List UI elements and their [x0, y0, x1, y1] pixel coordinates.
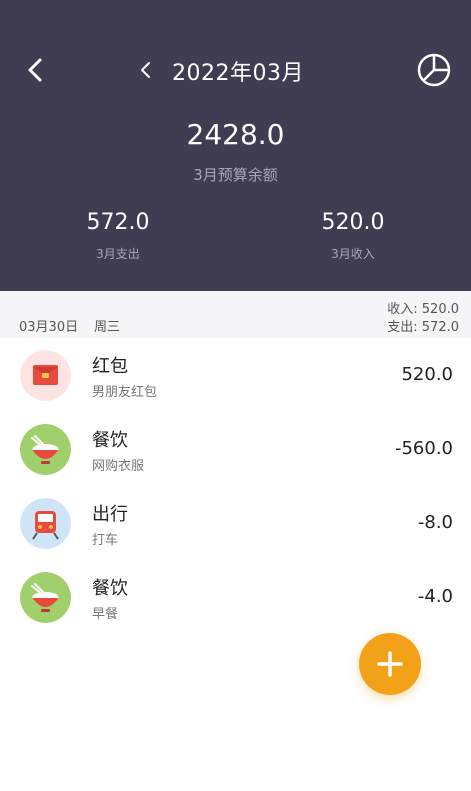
monthly-income: 520.0 3月收入 [273, 210, 433, 262]
monthly-expense-value: 572.0 [86, 210, 150, 235]
monthly-income-label: 3月收入 [331, 247, 375, 261]
plus-icon [377, 651, 403, 677]
record-note: 早餐 [92, 607, 119, 622]
record-item[interactable]: 出行 打车 -8.0 [0, 486, 471, 560]
record-item[interactable]: 餐饮 网购衣服 -560.0 [0, 412, 471, 486]
rice-bowl-icon [20, 424, 71, 475]
record-amount: -8.0 [417, 512, 453, 533]
record-amount: -560.0 [394, 438, 453, 459]
budget-balance: 2428.0 [186, 118, 285, 151]
day-income: 收入: 520.0 [387, 302, 459, 317]
back-arrow-icon[interactable] [22, 54, 50, 86]
day-date: 03月30日 [19, 320, 79, 335]
record-note: 网购衣服 [92, 459, 145, 474]
monthly-expense-label: 3月支出 [96, 247, 140, 261]
monthly-income-value: 520.0 [321, 210, 385, 235]
train-icon [20, 498, 71, 549]
add-record-button[interactable] [359, 633, 421, 695]
record-note: 打车 [92, 533, 119, 548]
record-note: 男朋友红包 [92, 385, 158, 400]
previous-month-icon[interactable] [136, 58, 156, 82]
summary-header: 2022年03月 2428.0 3月预算余额 572.0 3月支出 520.0 … [0, 0, 471, 291]
record-category: 餐饮 [92, 430, 128, 451]
rice-bowl-icon [20, 572, 71, 623]
day-expense: 支出: 572.0 [387, 320, 459, 335]
month-title[interactable]: 2022年03月 [172, 55, 304, 87]
record-amount: 520.0 [401, 364, 453, 385]
budget-balance-label: 3月预算余额 [193, 166, 278, 184]
day-weekday: 周三 [94, 320, 121, 335]
record-item[interactable]: 餐饮 早餐 -4.0 [0, 560, 471, 634]
record-category: 出行 [92, 504, 128, 525]
record-category: 红包 [92, 356, 128, 377]
record-item[interactable]: 红包 男朋友红包 520.0 [0, 338, 471, 412]
pie-chart-icon[interactable] [416, 52, 452, 88]
monthly-expense: 572.0 3月支出 [38, 210, 198, 262]
record-amount: -4.0 [417, 586, 453, 607]
red-envelope-icon [20, 350, 71, 401]
record-category: 餐饮 [92, 578, 128, 599]
day-summary-bar: 03月30日 周三 收入: 520.0 支出: 572.0 [0, 291, 471, 338]
